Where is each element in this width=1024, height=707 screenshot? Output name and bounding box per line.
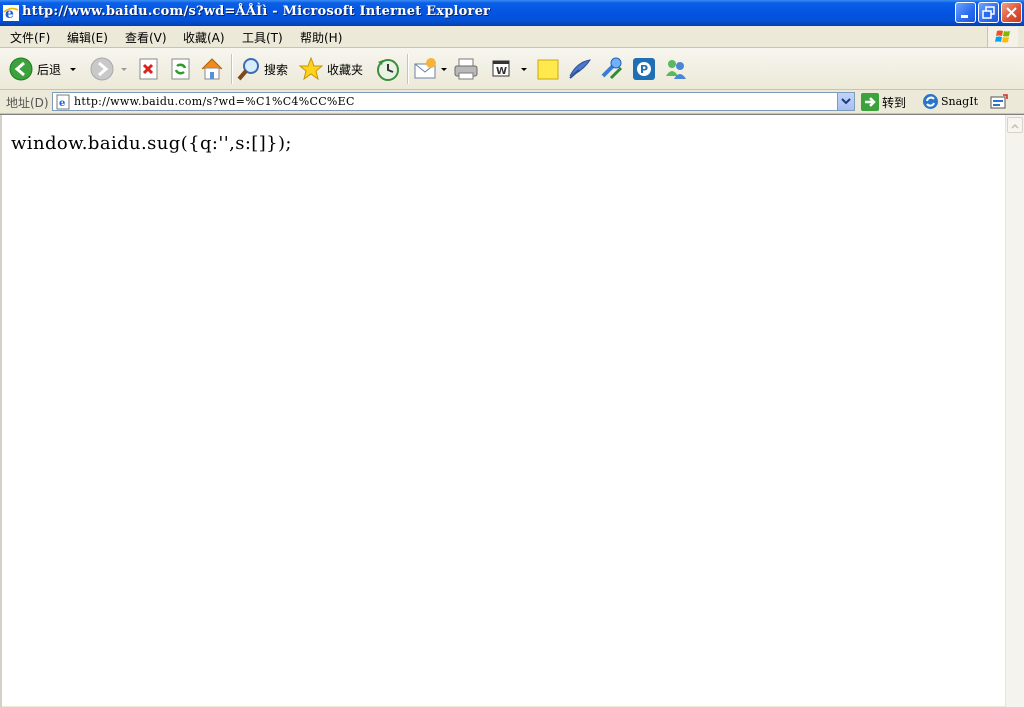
mail-icon — [414, 58, 436, 79]
standard-toolbar: 后退 搜索 收藏夹 W P — [0, 48, 1024, 90]
printer-icon — [454, 58, 478, 80]
go-button[interactable]: 转到 — [860, 92, 912, 112]
toolbar-separator — [407, 54, 409, 84]
back-label: 后退 — [37, 63, 62, 77]
close-button[interactable] — [1001, 2, 1022, 23]
svg-text:e: e — [59, 98, 65, 109]
search-icon — [237, 58, 259, 81]
p-plugin-button[interactable]: P — [631, 54, 657, 84]
page-body-text: window.baidu.sug({q:'',s:[]}); — [11, 133, 292, 154]
restore-button[interactable] — [978, 2, 999, 23]
star-icon — [298, 56, 324, 81]
mail-dropdown-icon[interactable] — [441, 68, 447, 71]
back-button[interactable]: 后退 — [6, 54, 82, 84]
favorites-button[interactable]: 收藏夹 — [298, 54, 368, 84]
go-arrow-icon — [861, 93, 879, 111]
toolbar-separator — [231, 54, 233, 84]
snagit-button[interactable]: SnagIt — [921, 92, 983, 112]
mail-button[interactable] — [412, 54, 448, 84]
minimize-icon — [961, 15, 968, 18]
feather-icon — [569, 59, 592, 79]
close-icon — [1006, 7, 1017, 18]
vertical-scrollbar[interactable] — [1005, 115, 1024, 707]
snagit-icon — [923, 94, 938, 109]
favorites-label: 收藏夹 — [327, 63, 364, 77]
research-button[interactable] — [566, 54, 594, 84]
home-button[interactable] — [198, 54, 226, 84]
snagit-label: SnagIt — [941, 95, 978, 108]
stop-button[interactable] — [136, 54, 162, 84]
snagit-capture-button[interactable] — [990, 93, 1008, 111]
address-dropdown-button[interactable] — [837, 93, 854, 110]
windows-flag-icon — [995, 30, 1010, 43]
address-input[interactable]: e http://www.baidu.com/s?wd=%C1%C4%CC%EC — [52, 92, 855, 111]
word-edit-icon: W — [492, 60, 510, 77]
print-button[interactable] — [452, 54, 480, 84]
menu-bar: 文件(F) 编辑(E) 查看(V) 收藏(A) 工具(T) 帮助(H) — [0, 26, 1024, 48]
menu-tools[interactable]: 工具(T) — [242, 29, 283, 46]
minimize-button[interactable] — [955, 2, 976, 23]
search-label: 搜索 — [264, 63, 289, 77]
ie-icon: e — [3, 5, 19, 21]
address-url: http://www.baidu.com/s?wd=%C1%C4%CC%EC — [74, 95, 355, 108]
windows-logo — [987, 27, 1018, 47]
menu-favorites[interactable]: 收藏(A) — [183, 29, 225, 46]
page-icon: e — [56, 94, 70, 110]
scroll-up-button[interactable] — [1007, 117, 1023, 133]
forward-button[interactable] — [88, 54, 128, 84]
back-dropdown-icon[interactable] — [70, 68, 76, 71]
capture-icon — [990, 94, 1008, 109]
restore-icon — [982, 6, 995, 19]
menu-file[interactable]: 文件(F) — [10, 29, 50, 46]
messenger-buddies-icon — [666, 60, 686, 79]
tools-icon — [601, 57, 623, 80]
refresh-icon — [171, 58, 190, 80]
chevron-up-icon — [1011, 123, 1019, 129]
stop-icon — [139, 58, 158, 80]
menu-edit[interactable]: 编辑(E) — [67, 29, 108, 46]
forward-arrow-icon — [90, 57, 114, 81]
svg-text:P: P — [640, 63, 648, 76]
edit-dropdown-icon[interactable] — [521, 68, 527, 71]
messenger-button[interactable] — [662, 54, 690, 84]
sticky-note-icon — [537, 59, 559, 80]
home-icon — [201, 58, 223, 80]
tools-button[interactable] — [598, 54, 626, 84]
refresh-button[interactable] — [168, 54, 194, 84]
history-button[interactable] — [374, 54, 402, 84]
page-content: window.baidu.sug({q:'',s:[]}); — [0, 114, 1024, 707]
go-label: 转到 — [882, 96, 907, 110]
p-logo-icon: P — [633, 58, 655, 80]
back-arrow-icon — [9, 57, 33, 81]
chevron-down-icon — [841, 98, 851, 105]
edit-button[interactable]: W — [489, 54, 529, 84]
menu-view[interactable]: 查看(V) — [125, 29, 167, 46]
menu-help[interactable]: 帮助(H) — [300, 29, 342, 46]
content-left-border — [0, 115, 2, 707]
svg-text:W: W — [496, 66, 507, 77]
search-button[interactable]: 搜索 — [236, 54, 292, 84]
address-label: 地址(D) — [6, 96, 49, 110]
address-bar: 地址(D) e http://www.baidu.com/s?wd=%C1%C4… — [0, 90, 1024, 114]
title-bar[interactable]: e http://www.baidu.com/s?wd=ÅÅÌì - Micro… — [0, 0, 1024, 26]
note-button[interactable] — [535, 54, 561, 84]
history-icon — [377, 59, 399, 81]
forward-dropdown-icon[interactable] — [121, 68, 127, 71]
window-title: http://www.baidu.com/s?wd=ÅÅÌì - Microso… — [22, 4, 491, 19]
